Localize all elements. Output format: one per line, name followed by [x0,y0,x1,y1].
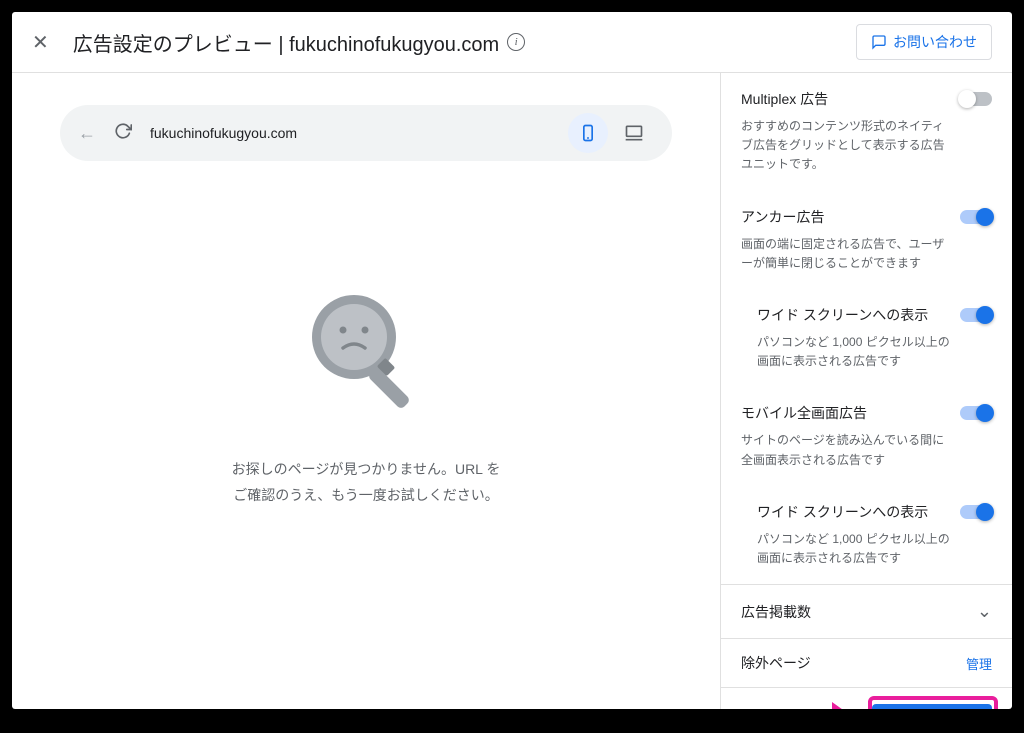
reload-icon[interactable] [114,122,132,145]
arrow-annotation [800,702,860,709]
footer-bar: サイトに適用 [721,687,1012,709]
page-title: 広告設定のプレビュー | fukuchinofukugyou.com i [73,28,856,57]
setting-title: ワイド スクリーンへの表示 [757,305,950,325]
setting-multiplex: Multiplex 広告 おすすめのコンテンツ形式のネイティブ広告をグリッドとし… [721,73,1012,191]
section-title: 広告掲載数 [741,602,811,622]
setting-anchor: アンカー広告 画面の端に固定される広告で、ユーザーが簡単に閉じることができます [721,191,1012,289]
empty-state: お探しのページが見つかりません。URL を ご確認のうえ、もう一度お試しください… [60,161,672,709]
empty-line2: ご確認のうえ、もう一度お試しください。 [232,483,501,508]
desktop-view-button[interactable] [614,113,654,153]
setting-title: Multiplex 広告 [741,89,950,109]
mobile-view-button[interactable] [568,113,608,153]
title-text: 広告設定のプレビュー | fukuchinofukugyou.com [73,28,499,57]
contact-button[interactable]: お問い合わせ [856,24,992,60]
toggle-anchor[interactable] [960,210,992,224]
toggle-mobile-full[interactable] [960,406,992,420]
contact-label: お問い合わせ [893,32,977,52]
section-exclude: 除外ページ 管理 [721,638,1012,687]
manage-link[interactable]: 管理 [966,654,992,673]
info-icon[interactable]: i [507,33,525,51]
empty-line1: お探しのページが見つかりません。URL を [232,457,501,482]
setting-desc: サイトのページを読み込んでいる間に全画面表示される広告です [741,431,950,469]
setting-desc: 画面の端に固定される広告で、ユーザーが簡単に閉じることができます [741,235,950,273]
setting-mobile-wide: ワイド スクリーンへの表示 パソコンなど 1,000 ピクセル以上の画面に表示さ… [721,486,1012,584]
toggle-mobile-wide[interactable] [960,505,992,519]
setting-title: モバイル全画面広告 [741,403,950,423]
desktop-icon [624,123,644,143]
phone-icon [578,123,598,143]
section-ad-count[interactable]: 広告掲載数 ⌄ [721,584,1012,638]
close-icon[interactable]: ✕ [32,30,49,55]
url-bar: ← fukuchinofukugyou.com [60,105,672,161]
toggle-anchor-wide[interactable] [960,308,992,322]
chat-icon [871,34,887,50]
setting-title: アンカー広告 [741,207,950,227]
setting-title: ワイド スクリーンへの表示 [757,502,950,522]
magnifier-illustration [296,282,436,427]
chevron-down-icon: ⌄ [977,601,992,622]
apply-button[interactable]: サイトに適用 [872,704,992,709]
setting-desc: パソコンなど 1,000 ピクセル以上の画面に表示される広告です [757,530,950,568]
preview-pane: ← fukuchinofukugyou.com [12,73,720,709]
toggle-multiplex[interactable] [960,92,992,106]
setting-desc: おすすめのコンテンツ形式のネイティブ広告をグリッドとして表示する広告ユニットです… [741,117,950,175]
setting-mobile-full: モバイル全画面広告 サイトのページを読み込んでいる間に全画面表示される広告です [721,387,1012,485]
exclude-title: 除外ページ [741,653,811,673]
setting-anchor-wide: ワイド スクリーンへの表示 パソコンなど 1,000 ピクセル以上の画面に表示さ… [721,289,1012,387]
url-text: fukuchinofukugyou.com [150,125,550,141]
setting-desc: パソコンなど 1,000 ピクセル以上の画面に表示される広告です [757,333,950,371]
back-icon[interactable]: ← [78,123,96,144]
settings-panel: Multiplex 広告 おすすめのコンテンツ形式のネイティブ広告をグリッドとし… [720,73,1012,709]
header-bar: ✕ 広告設定のプレビュー | fukuchinofukugyou.com i お… [12,12,1012,73]
